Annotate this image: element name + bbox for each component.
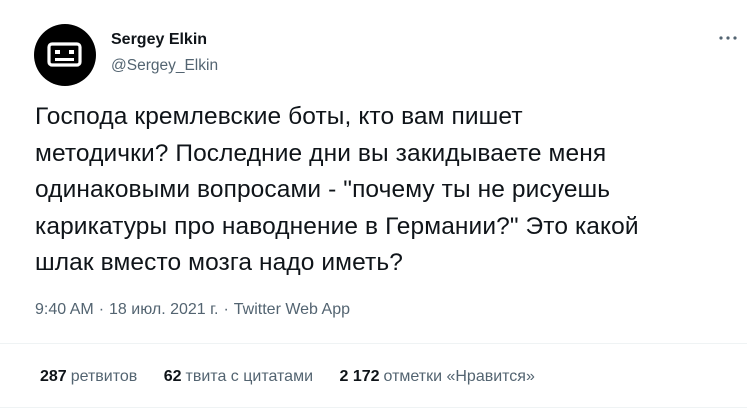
tweet-time[interactable]: 9:40 AM — [35, 301, 94, 318]
likes-stat[interactable]: 2 172 отметки «Нравится» — [339, 368, 534, 386]
more-button[interactable] — [716, 28, 740, 48]
tweet-source[interactable]: Twitter Web App — [234, 301, 350, 318]
robot-face-icon — [47, 42, 82, 67]
tweet-meta: 9:40 AM · 18 июл. 2021 г. · Twitter Web App — [35, 301, 350, 319]
retweets-stat[interactable]: 287 ретвитов — [40, 368, 137, 386]
likes-label: отметки «Нравится» — [383, 368, 535, 385]
tweet-text-line: методички? Последние дни вы закидываете … — [35, 139, 607, 167]
divider — [0, 343, 747, 344]
author-name[interactable]: Sergey Elkin — [111, 31, 207, 49]
more-horizontal-icon — [719, 36, 737, 40]
quotes-label: твита с цитатами — [185, 368, 314, 385]
avatar[interactable] — [34, 24, 96, 86]
retweets-label: ретвитов — [70, 368, 138, 385]
quotes-stat[interactable]: 62 твита с цитатами — [164, 368, 313, 386]
author-handle[interactable]: @Sergey_Elkin — [111, 57, 218, 75]
meta-separator: · — [223, 301, 229, 318]
divider — [0, 407, 747, 408]
tweet-text-line: Господа кремлевские боты, кто вам пишет — [35, 103, 523, 130]
tweet-text-line: шлак вместо мозга надо иметь? — [35, 249, 403, 276]
meta-separator: · — [98, 301, 105, 318]
tweet-card: Sergey Elkin @Sergey_Elkin Господа кремл… — [0, 0, 747, 410]
likes-count: 2 172 — [339, 368, 380, 385]
tweet-date[interactable]: 18 июл. 2021 г. — [109, 301, 218, 318]
quotes-count: 62 — [163, 368, 182, 385]
retweets-count: 287 — [40, 368, 67, 385]
tweet-text: Господа кремлевские боты, кто вам пишет м… — [35, 99, 740, 282]
tweet-stats: 287 ретвитов 62 твита с цитатами 2 172 отме… — [40, 368, 557, 386]
tweet-text-line: одинаковыми вопросами - "почему ты не ри… — [35, 176, 611, 203]
tweet-text-line: карикатуры про наводнение в Германии?" Э… — [35, 212, 639, 240]
